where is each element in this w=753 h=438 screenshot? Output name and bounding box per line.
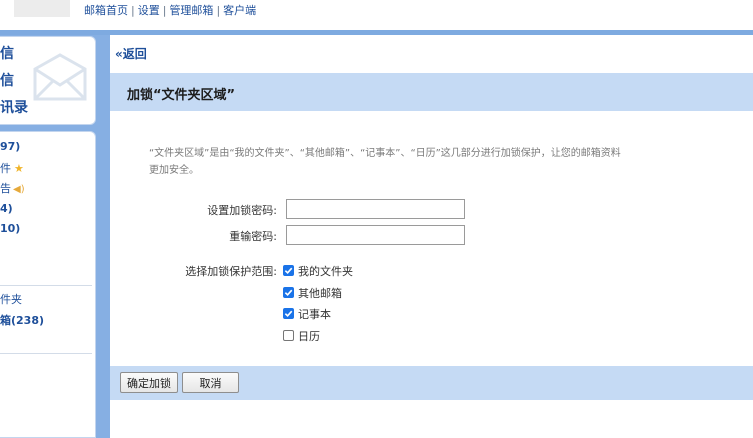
folder-label: 告 [0,182,11,195]
password-label: 设置加锁密码: [207,204,277,217]
check-icon [284,310,293,318]
folder-item-sent[interactable]: 10) [0,222,20,235]
scope-option-other-mailbox[interactable]: 其他邮箱 [283,285,342,300]
lock-description: “文件夹区域”是由“我的文件夹”、“其他邮箱”、“记事本”、“日历”这几部分进行… [149,148,621,176]
main-content: «返回 加锁“文件夹区域” “文件夹区域”是由“我的文件夹”、“其他邮箱”、“记… [110,35,753,438]
folder-label: 10) [0,222,21,235]
scope-option-label: 记事本 [298,307,331,321]
sidebar-quick-panel: 信 信 讯录 [0,36,96,125]
top-nav: 邮箱首页 | 设置 | 管理邮箱 | 客户端 [84,2,256,18]
envelope-icon [33,53,87,101]
action-bar: 确定加锁 取消 [110,366,753,400]
confirm-password-input[interactable] [286,225,465,245]
nav-link-settings[interactable]: 设置 [138,4,160,17]
folder-item-ads[interactable]: 告 ◀) [0,180,25,196]
folder-label: 件夹 [0,293,22,306]
back-link[interactable]: «返回 [115,45,147,62]
scope-option-notepad[interactable]: 记事本 [283,306,331,321]
scope-label: 选择加锁保护范围: [185,265,277,278]
nav-separator: | [162,4,167,17]
scope-option-label: 其他邮箱 [298,286,342,300]
sidebar-divider [0,353,92,354]
speaker-icon: ◀) [13,184,25,195]
scope-option-my-folders[interactable]: 我的文件夹 [283,263,353,278]
scope-option-label: 我的文件夹 [298,264,353,278]
nav-separator: | [216,4,221,17]
folder-item-starred[interactable]: 件 ★ [0,160,24,176]
confirm-lock-button[interactable]: 确定加锁 [120,372,178,393]
scope-option-calendar[interactable]: 日历 [283,328,320,343]
sidebar-item-contacts[interactable]: 讯录 [0,97,28,117]
folder-item-drafts[interactable]: 4) [0,202,13,215]
nav-link-client[interactable]: 客户端 [223,4,256,17]
star-icon: ★ [14,162,24,175]
logo [14,0,70,17]
check-icon [284,289,293,297]
sidebar-folder-panel: 97) 件 ★ 告 ◀) 4) 10) 件夹 箱(238) [0,131,96,438]
folder-label: 箱(238) [0,314,45,327]
checkbox-checked[interactable] [283,287,294,298]
sidebar-divider [0,285,92,286]
checkbox-checked[interactable] [283,265,294,276]
sidebar-item-write[interactable]: 信 [0,43,14,63]
sidebar-item-inbox[interactable]: 信 [0,70,14,90]
confirm-password-label: 重输密码: [229,230,277,243]
check-icon [284,267,293,275]
checkbox-checked[interactable] [283,308,294,319]
scope-option-label: 日历 [298,329,320,343]
top-bar: 邮箱首页 | 设置 | 管理邮箱 | 客户端 [0,0,753,30]
checkbox-unchecked[interactable] [283,330,294,341]
folder-item-my-folders[interactable]: 件夹 [0,291,22,307]
page-header: 加锁“文件夹区域” [110,73,753,111]
nav-link-manage-mailbox[interactable]: 管理邮箱 [169,4,213,17]
folder-item-inbox[interactable]: 97) [0,140,20,153]
folder-label: 件 [0,162,11,175]
page-title: 加锁“文件夹区域” [127,88,236,103]
folder-label: 97) [0,140,21,153]
password-input[interactable] [286,199,465,219]
folder-label: 4) [0,202,13,215]
nav-link-mail-home[interactable]: 邮箱首页 [84,4,128,17]
nav-separator: | [131,4,135,17]
folder-item-other-mailbox[interactable]: 箱(238) [0,312,44,328]
cancel-button[interactable]: 取消 [182,372,239,393]
